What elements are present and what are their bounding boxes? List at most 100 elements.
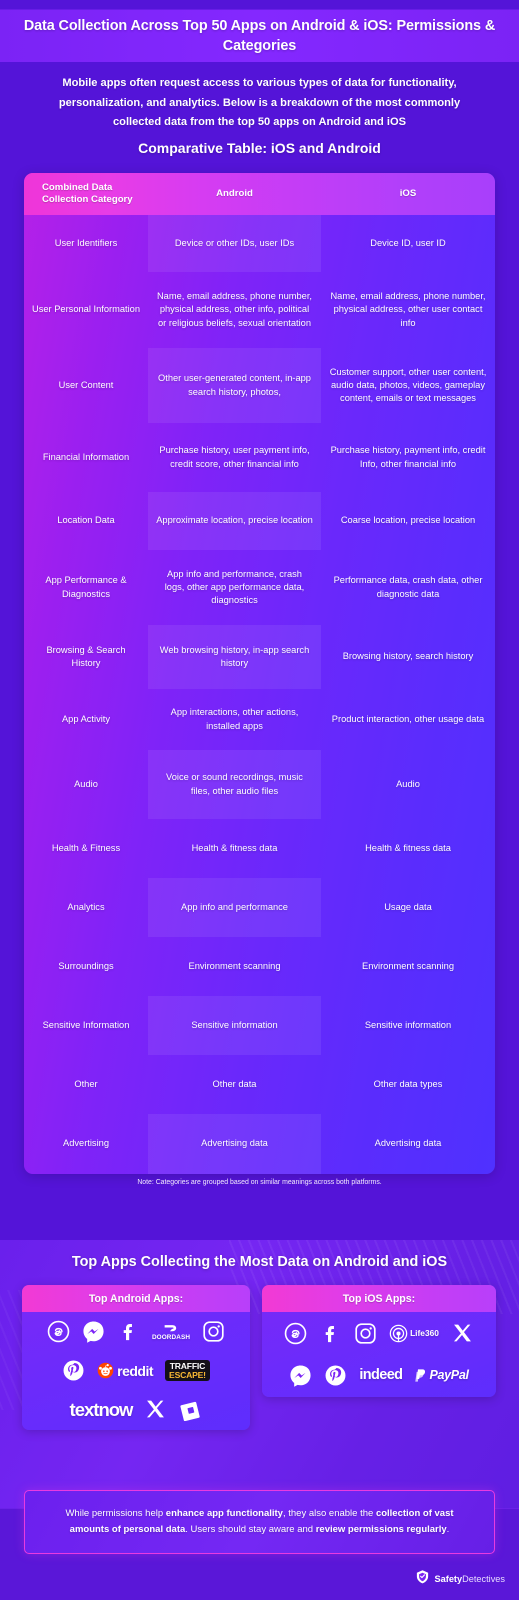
android-panel-heading: Top Android Apps: [22,1285,250,1312]
traffic-escape-line2: ESCAPE! [169,1369,206,1380]
cell-ios: Coarse location, precise location [340,515,476,526]
app-logo-roblox [179,1398,202,1421]
cell-android: App info and performance [148,878,321,937]
cell-android: Device or other IDs, user IDs [148,215,321,272]
cell-category: Financial Information [42,451,130,462]
table-row: User Content Other user-generated content… [24,348,495,423]
table-row: Sensitive Information Sensitive informati… [24,996,495,1055]
table-row: App Activity App interactions, other acti… [24,689,495,750]
cell-category: Surroundings [58,960,114,971]
column-header-category: Combined Data Collection Category [42,181,133,205]
table-row: Other Other data Other data types [24,1055,495,1114]
cell-android: Purchase history, user payment info, cre… [159,445,310,469]
safetydetectives-mark-icon [415,1569,430,1589]
cell-android: Other user-generated content, in-app sea… [148,348,321,423]
app-logo-messenger [82,1320,105,1343]
cell-ios: Environment scanning [362,960,454,971]
cell-ios: Device ID, user ID [370,237,446,248]
app-logo-threads [47,1320,70,1343]
comparison-table: Combined Data Collection Category Androi… [24,173,495,1174]
cell-category: User Personal Information [32,304,140,315]
table-row: App Performance & Diagnostics App info an… [24,550,495,625]
cell-ios: Health & fitness data [365,842,451,853]
footer-callout: While permissions help enhance app funct… [24,1490,495,1554]
app-logo-paypal: PayPal [414,1368,469,1383]
app-logo-x [144,1398,167,1421]
reddit-wordmark: reddit [117,1362,154,1379]
cell-android: Advertising data [148,1114,321,1174]
cell-ios: Browsing history, search history [342,651,474,662]
cell-android: Voice or sound recordings, music files, … [148,750,321,819]
cell-ios: Usage data [384,901,432,912]
cell-category: Browsing & Search History [46,644,126,668]
life360-wordmark: Life360 [410,1328,439,1338]
cell-android: Other data [212,1078,257,1089]
cell-category: Other [74,1078,98,1089]
table-row: Browsing & Search History Web browsing hi… [24,625,495,689]
app-logo-instagram [354,1322,377,1345]
cell-ios: Sensitive information [364,1019,452,1030]
table-note: Note: Categories are grouped based on si… [137,1179,382,1186]
paypal-wordmark: PayPal [429,1368,469,1382]
app-logo-facebook [319,1322,342,1345]
cell-ios: Other data types [373,1078,443,1089]
app-logo-doordash: DOORDASH [152,1323,190,1341]
cell-android: Name, email address, phone number, physi… [156,291,313,328]
app-logo-threads [284,1322,307,1345]
cell-android: Web browsing history, in-app search hist… [148,625,321,689]
table-row: User Personal Information Name, email add… [24,272,495,348]
table-header-row: Combined Data Collection Category Androi… [24,173,495,215]
cell-category: Audio [74,778,98,789]
cell-android: Sensitive information [148,996,321,1055]
doordash-wordmark: DOORDASH [151,1333,191,1341]
callout-bold1: enhance app functionality [165,1508,283,1520]
cell-category: Sensitive Information [42,1019,130,1030]
table-body: User Identifiers Device or other IDs, use… [24,215,495,1174]
cell-android: Environment scanning [188,960,281,971]
top-apps-section: Top Apps Collecting the Most Data on And… [0,1240,519,1508]
cell-ios: Performance data, crash data, other diag… [333,575,483,599]
callout-text: While permissions help enhance app funct… [51,1506,468,1537]
table-row: Audio Voice or sound recordings, music fi… [24,750,495,819]
callout-part3: . Users should stay aware and [185,1524,316,1535]
app-logo-reddit: reddit [97,1362,154,1379]
android-logo-grid: DOORDASH reddit TRAFFIC ESCAPE! textnow [22,1312,250,1429]
cell-ios: Customer support, other user content, au… [329,366,487,404]
cell-category: Analytics [67,901,105,912]
title-banner: Data Collection Across Top 50 Apps on An… [0,10,519,62]
cell-category: User Content [58,379,114,390]
app-logo-facebook [117,1320,140,1343]
app-logo-messenger [289,1364,312,1387]
app-logo-pinterest [62,1359,85,1382]
intro-paragraph: Mobile apps often request access to vari… [58,77,461,129]
brand-logo[interactable]: SafetyDetectives [415,1569,505,1589]
table-row: Financial Information Purchase history, u… [24,423,495,492]
cell-ios: Audio [396,778,420,789]
table-row: Surroundings Environment scanning Environm… [24,937,495,996]
logo-row: reddit TRAFFIC ESCAPE! [22,1351,250,1390]
app-logo-life360: Life360 [389,1324,439,1343]
logo-row: DOORDASH [22,1312,250,1351]
cell-android: Health & fitness data [191,842,278,853]
callout-bold3: review permissions regularly [315,1524,447,1535]
cell-ios: Product interaction, other usage data [331,713,485,724]
logo-row: indeed PayPal [262,1354,496,1396]
app-logo-instagram [202,1320,225,1343]
brand-name-strong: Safety [434,1574,463,1584]
table-row: Location Data Approximate location, preci… [24,492,495,550]
column-header-ios: iOS [399,187,417,199]
cell-ios: Purchase history, payment info, credit I… [330,445,486,469]
cell-ios: Advertising data [374,1138,442,1149]
cell-category: App Performance & Diagnostics [45,575,127,599]
cell-category: Health & Fitness [51,842,121,853]
textnow-wordmark: textnow [69,1398,134,1420]
table-row: Advertising Advertising data Advertising d… [24,1114,495,1174]
cell-ios: Name, email address, phone number, physi… [330,291,486,328]
cell-category: User Identifiers [54,237,118,248]
app-logo-textnow: textnow [69,1398,134,1421]
cell-android: App info and performance, crash logs, ot… [164,568,305,606]
page-title: Data Collection Across Top 50 Apps on An… [23,17,496,54]
table-row: Health & Fitness Health & fitness data Hea… [24,819,495,878]
callout-part1: While permissions help [65,1508,166,1520]
brand-name: SafetyDetectives [435,1574,505,1584]
